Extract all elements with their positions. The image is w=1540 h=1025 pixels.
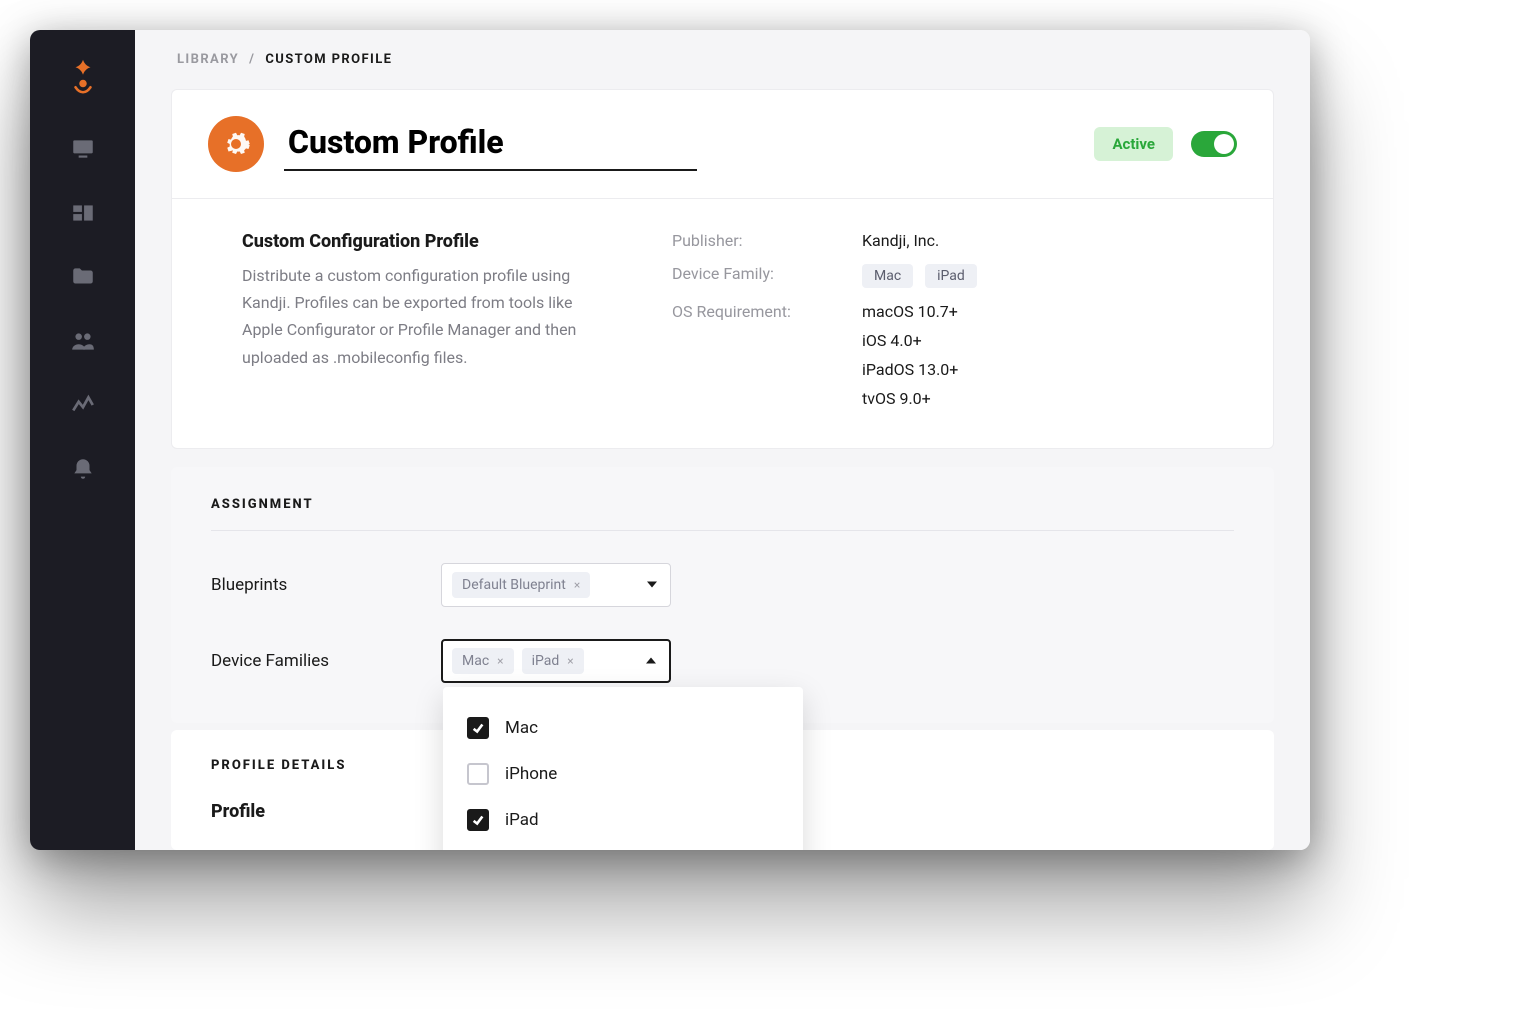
breadcrumb-library[interactable]: LIBRARY xyxy=(177,52,239,67)
info-subtitle: Custom Configuration Profile xyxy=(242,231,612,252)
os-requirement-item: tvOS 9.0+ xyxy=(862,389,1203,408)
publisher-label: Publisher: xyxy=(672,231,852,250)
nav-library-icon[interactable] xyxy=(68,198,98,228)
status-badge: Active xyxy=(1094,127,1173,161)
os-requirement-item: iPadOS 13.0+ xyxy=(862,360,1203,379)
os-requirement-list: macOS 10.7+ iOS 4.0+ iPadOS 13.0+ tvOS 9… xyxy=(862,302,1203,408)
device-family-chip: iPad xyxy=(925,264,977,288)
assignment-panel: ASSIGNMENT Blueprints Default Blueprint … xyxy=(171,467,1274,723)
nav-devices-icon[interactable] xyxy=(68,134,98,164)
breadcrumb: LIBRARY / CUSTOM PROFILE xyxy=(135,30,1310,89)
dropdown-option-mac[interactable]: Mac xyxy=(443,705,803,751)
device-families-dropdown: Mac iPhone iPad Apple TV xyxy=(443,687,803,850)
breadcrumb-separator: / xyxy=(249,52,255,67)
card-header: Active xyxy=(172,90,1273,199)
info-section: Custom Configuration Profile Distribute … xyxy=(172,199,1273,448)
dropdown-option-appletv[interactable]: Apple TV xyxy=(443,843,803,850)
nav-folder-icon[interactable] xyxy=(68,262,98,292)
nav-users-icon[interactable] xyxy=(68,326,98,356)
device-family-tag: iPad × xyxy=(522,648,584,674)
blueprints-select[interactable]: Default Blueprint × xyxy=(441,563,671,607)
remove-tag-icon[interactable]: × xyxy=(567,654,573,668)
nav-activity-icon[interactable] xyxy=(68,390,98,420)
remove-tag-icon[interactable]: × xyxy=(574,578,580,592)
breadcrumb-current: CUSTOM PROFILE xyxy=(265,52,392,67)
device-families-select[interactable]: Mac × iPad × Mac xyxy=(441,639,671,683)
os-requirement-item: macOS 10.7+ xyxy=(862,302,1203,321)
blueprint-tag: Default Blueprint × xyxy=(452,572,590,598)
profile-title-input[interactable] xyxy=(284,117,697,171)
device-family-label: Device Family: xyxy=(672,264,852,288)
active-toggle[interactable] xyxy=(1191,131,1237,157)
os-requirement-label: OS Requirement: xyxy=(672,302,852,408)
assignment-heading: ASSIGNMENT xyxy=(211,497,1234,531)
os-requirement-item: iOS 4.0+ xyxy=(862,331,1203,350)
device-family-tag: Mac × xyxy=(452,648,514,674)
gear-icon xyxy=(208,116,264,172)
nav-alerts-icon[interactable] xyxy=(68,454,98,484)
device-families-label: Device Families xyxy=(211,651,401,671)
checkbox-checked-icon xyxy=(467,809,489,831)
chevron-up-icon xyxy=(645,652,657,671)
checkbox-unchecked-icon xyxy=(467,763,489,785)
blueprints-label: Blueprints xyxy=(211,575,401,595)
device-family-chip: Mac xyxy=(862,264,913,288)
dropdown-option-ipad[interactable]: iPad xyxy=(443,797,803,843)
profile-card: Active Custom Configuration Profile Dist… xyxy=(171,89,1274,449)
chevron-down-icon xyxy=(646,576,658,595)
brand-logo xyxy=(63,56,103,100)
app-window: LIBRARY / CUSTOM PROFILE Active C xyxy=(30,30,1310,850)
info-description: Distribute a custom configuration profil… xyxy=(242,262,612,371)
publisher-value: Kandji, Inc. xyxy=(862,231,1203,250)
dropdown-option-iphone[interactable]: iPhone xyxy=(443,751,803,797)
sidebar xyxy=(30,30,135,850)
main-content: LIBRARY / CUSTOM PROFILE Active C xyxy=(135,30,1310,850)
checkbox-checked-icon xyxy=(467,717,489,739)
remove-tag-icon[interactable]: × xyxy=(497,654,503,668)
device-family-chips: Mac iPad xyxy=(862,264,1203,288)
